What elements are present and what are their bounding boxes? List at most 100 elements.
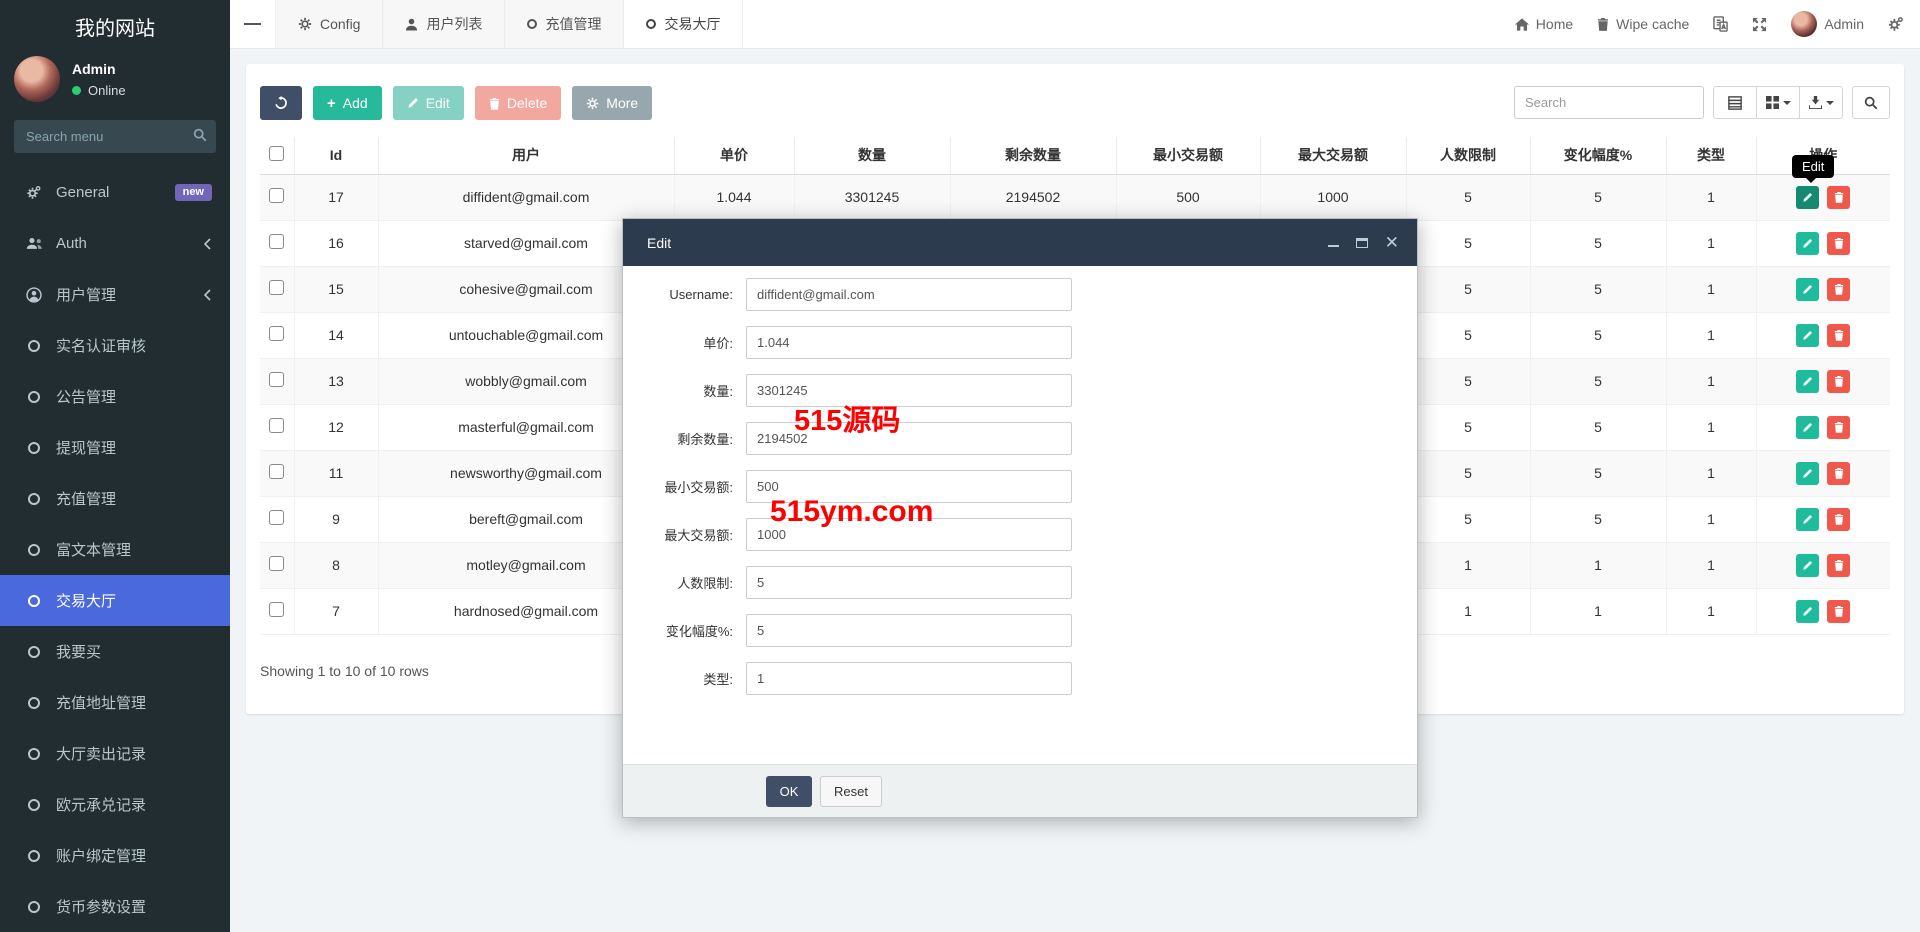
field-input[interactable] <box>746 470 1072 503</box>
edit-dialog: Edit ✕ Username: 单价: 数量: 剩余数量: 最小交易额: 最大… <box>622 218 1418 818</box>
sidebar-search-input[interactable] <box>14 120 216 153</box>
row-edit-button[interactable] <box>1796 323 1820 347</box>
settings-gears-icon[interactable] <box>1888 16 1904 32</box>
search-button[interactable] <box>1852 86 1890 119</box>
sidebar-item[interactable]: 账户绑定管理 <box>0 830 230 881</box>
field-input[interactable] <box>746 662 1072 695</box>
hamburger-icon[interactable] <box>230 0 276 48</box>
row-delete-button[interactable] <box>1827 415 1851 439</box>
row-checkbox[interactable] <box>269 556 285 571</box>
minimize-icon[interactable] <box>1327 238 1339 247</box>
search-icon[interactable] <box>193 128 207 142</box>
sidebar-item[interactable]: 富文本管理 <box>0 524 230 575</box>
row-checkbox[interactable] <box>269 418 285 433</box>
toggle-view-icon[interactable] <box>1713 86 1757 119</box>
sidebar-item[interactable]: 我要买 <box>0 626 230 677</box>
col-header-max[interactable]: 最大交易额 <box>1259 137 1407 175</box>
row-edit-button[interactable] <box>1796 277 1820 301</box>
row-checkbox[interactable] <box>269 372 285 387</box>
row-edit-button[interactable] <box>1796 185 1820 209</box>
sidebar-item[interactable]: 用户管理 <box>0 269 230 320</box>
row-edit-button[interactable] <box>1796 461 1820 485</box>
row-checkbox[interactable] <box>269 464 285 479</box>
form-row: 人数限制: <box>653 566 1417 599</box>
chevron-down-icon <box>1825 100 1834 105</box>
col-header-user[interactable]: 用户 <box>377 137 675 175</box>
col-header-limit[interactable]: 人数限制 <box>1405 137 1531 175</box>
table-search-input[interactable] <box>1514 86 1704 119</box>
export-icon[interactable] <box>1799 86 1843 119</box>
field-input[interactable] <box>746 614 1072 647</box>
edit-button[interactable]: Edit <box>392 86 464 120</box>
tab-recharge[interactable]: 充值管理 <box>505 0 625 48</box>
close-icon[interactable]: ✕ <box>1385 234 1399 251</box>
tab-user-list[interactable]: 用户列表 <box>383 0 506 48</box>
language-icon[interactable] <box>1713 16 1729 32</box>
row-checkbox[interactable] <box>269 234 285 249</box>
row-edit-button[interactable] <box>1796 231 1820 255</box>
col-header-type[interactable]: 类型 <box>1665 137 1757 175</box>
cell-limit: 5 <box>1406 450 1531 497</box>
tab-config[interactable]: Config <box>276 0 384 48</box>
col-header-remain[interactable]: 剩余数量 <box>949 137 1117 175</box>
row-delete-button[interactable] <box>1827 277 1851 301</box>
row-delete-button[interactable] <box>1827 553 1851 577</box>
col-header-min[interactable]: 最小交易额 <box>1115 137 1261 175</box>
home-link[interactable]: Home <box>1514 16 1573 32</box>
sidebar-item[interactable]: 充值管理 <box>0 473 230 524</box>
row-edit-button[interactable] <box>1796 415 1820 439</box>
row-edit-button[interactable] <box>1796 599 1820 623</box>
sidebar-item[interactable]: Auth <box>0 218 230 269</box>
columns-icon[interactable] <box>1756 86 1800 119</box>
sidebar-item[interactable]: 实名认证审核 <box>0 320 230 371</box>
fullscreen-icon[interactable] <box>1752 17 1767 32</box>
refresh-button[interactable] <box>260 86 302 120</box>
row-checkbox[interactable] <box>269 510 285 525</box>
row-delete-button[interactable] <box>1827 461 1851 485</box>
maximize-icon[interactable] <box>1355 237 1368 248</box>
col-header-range[interactable]: 变化幅度% <box>1529 137 1667 175</box>
dialog-titlebar[interactable]: Edit ✕ <box>623 219 1417 266</box>
col-header-qty[interactable]: 数量 <box>793 137 951 175</box>
admin-menu[interactable]: Admin <box>1791 11 1864 37</box>
sidebar-item[interactable]: 提现管理 <box>0 422 230 473</box>
sidebar-item[interactable]: 欧元承兑记录 <box>0 779 230 830</box>
row-checkbox[interactable] <box>269 326 285 341</box>
row-delete-button[interactable] <box>1827 323 1851 347</box>
field-input[interactable] <box>746 326 1072 359</box>
col-header-price[interactable]: 单价 <box>673 137 795 175</box>
row-delete-button[interactable] <box>1827 231 1851 255</box>
sidebar-item[interactable]: 货币参数设置 <box>0 881 230 932</box>
sidebar-item[interactable]: 公告管理 <box>0 371 230 422</box>
ok-button[interactable]: OK <box>766 775 812 807</box>
row-delete-button[interactable] <box>1827 507 1851 531</box>
more-button[interactable]: More <box>572 86 653 120</box>
delete-button[interactable]: Delete <box>474 86 562 120</box>
tab-trade-hall[interactable]: 交易大厅 <box>624 0 744 48</box>
field-input[interactable] <box>746 518 1072 551</box>
row-delete-button[interactable] <box>1827 599 1851 623</box>
add-button[interactable]: + Add <box>313 86 382 120</box>
row-checkbox[interactable] <box>269 188 285 203</box>
field-input[interactable] <box>746 278 1072 311</box>
sidebar-item[interactable]: General new <box>0 167 230 218</box>
row-checkbox[interactable] <box>269 280 285 295</box>
cell-id: 8 <box>294 542 379 589</box>
wipe-cache-link[interactable]: Wipe cache <box>1597 16 1689 32</box>
col-header-id[interactable]: Id <box>293 137 379 175</box>
field-input[interactable] <box>746 374 1072 407</box>
select-all-checkbox[interactable] <box>269 146 285 162</box>
reset-button[interactable]: Reset <box>820 775 882 807</box>
sidebar-item[interactable]: 交易大厅 <box>0 575 230 626</box>
field-input[interactable] <box>746 566 1072 599</box>
row-checkbox[interactable] <box>269 602 285 617</box>
row-edit-button[interactable] <box>1796 507 1820 531</box>
sidebar-item[interactable]: 充值地址管理 <box>0 677 230 728</box>
row-delete-button[interactable] <box>1827 369 1851 393</box>
field-input[interactable] <box>746 422 1072 455</box>
row-delete-button[interactable] <box>1827 185 1851 209</box>
row-edit-button[interactable] <box>1796 553 1820 577</box>
sidebar-item[interactable]: 大厅卖出记录 <box>0 728 230 779</box>
field-label: 最大交易额: <box>664 528 733 543</box>
row-edit-button[interactable] <box>1796 369 1820 393</box>
